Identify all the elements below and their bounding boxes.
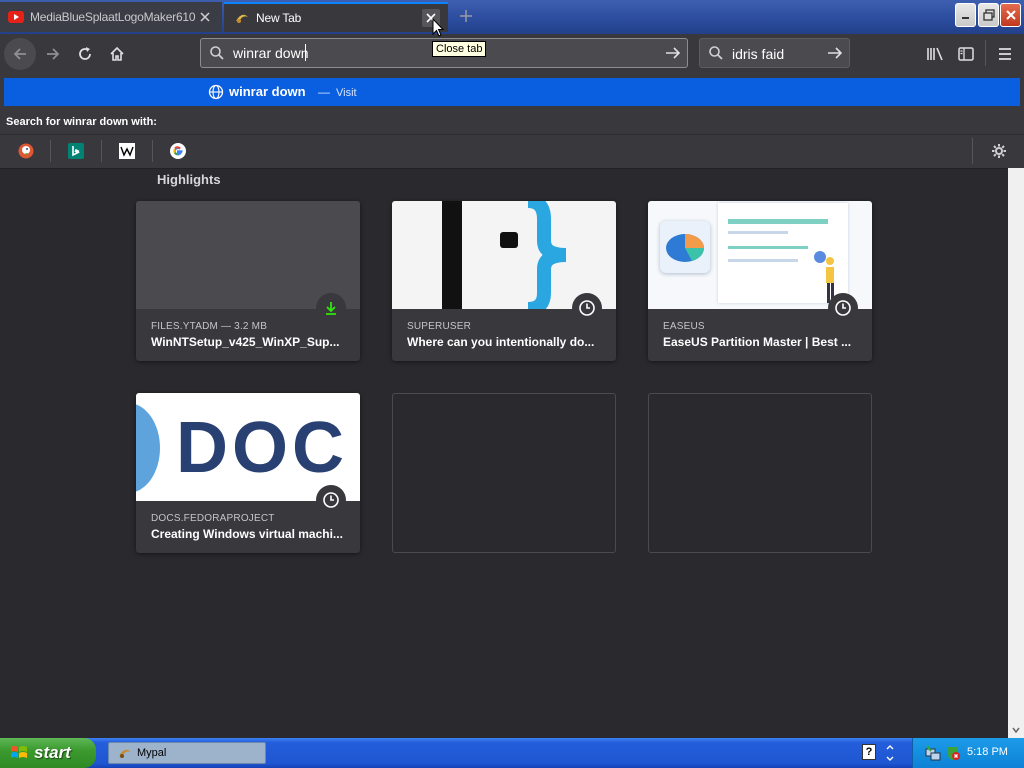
network-icon[interactable] <box>925 745 941 761</box>
library-icon <box>927 47 943 61</box>
minimize-button[interactable] <box>955 3 976 27</box>
highlight-card[interactable]: FILES.YTADM — 3.2 MB WinNTSetup_v425_Win… <box>136 201 360 361</box>
clock-icon <box>316 485 346 515</box>
google-icon[interactable] <box>168 141 188 161</box>
suggestion-separator: — <box>318 85 330 99</box>
search-engines-row <box>0 134 1024 168</box>
tab-new-tab[interactable]: New Tab <box>224 2 448 32</box>
duckduckgo-icon[interactable] <box>16 141 36 161</box>
vertical-scrollbar[interactable] <box>1008 168 1024 738</box>
forward-arrow-icon <box>47 48 60 60</box>
help-icon[interactable]: ? <box>862 744 876 760</box>
highlight-card[interactable]: DOC DOCS.FEDORAPROJECT Creating Windows … <box>136 393 360 553</box>
empty-highlight-slot <box>392 393 616 553</box>
hamburger-menu-icon <box>999 48 1011 60</box>
forward-button[interactable] <box>40 42 66 66</box>
url-input[interactable]: winrar down <box>233 45 308 61</box>
reload-icon <box>79 47 91 60</box>
library-button[interactable] <box>922 42 948 66</box>
taskbar-item-mypal[interactable]: Mypal <box>108 742 266 764</box>
close-tab-tooltip: Close tab <box>432 41 487 57</box>
toolbar-divider <box>985 40 986 66</box>
engine-separator <box>972 138 973 164</box>
card-title: EaseUS Partition Master | Best ... <box>663 335 852 349</box>
download-icon <box>316 293 346 323</box>
start-button[interactable]: start <box>0 738 96 768</box>
back-button[interactable] <box>4 38 36 70</box>
search-go-icon[interactable] <box>827 45 843 61</box>
suggestion-action: Visit <box>336 87 357 99</box>
home-icon <box>110 46 124 61</box>
search-icon <box>708 45 724 61</box>
mypal-icon <box>234 11 250 25</box>
sidebar-button[interactable] <box>953 42 979 66</box>
tray-expand-icon[interactable] <box>886 744 894 762</box>
bing-icon[interactable] <box>66 141 86 161</box>
mypal-icon <box>117 746 133 760</box>
security-alert-icon[interactable] <box>945 745 961 761</box>
home-button[interactable] <box>104 42 130 66</box>
globe-icon <box>208 84 224 100</box>
taskbar-item-label: Mypal <box>137 747 167 759</box>
card-host: DOCS.FEDORAPROJECT <box>151 513 275 524</box>
card-title: WinNTSetup_v425_WinXP_Sup... <box>151 335 340 349</box>
engine-separator <box>50 140 51 162</box>
search-icon <box>209 45 225 61</box>
back-arrow-icon <box>13 48 26 60</box>
card-host: FILES.YTADM — 3.2 MB <box>151 321 268 332</box>
tab-mediablue[interactable]: MediaBlueSplaatLogoMaker610 / I <box>0 2 222 32</box>
highlight-card[interactable]: EASEUS EaseUS Partition Master | Best ..… <box>648 201 872 361</box>
card-host: SUPERUSER <box>407 321 472 332</box>
engine-separator <box>101 140 102 162</box>
reload-button[interactable] <box>72 42 98 66</box>
taskbar-clock: 5:18 PM <box>967 746 1008 758</box>
sidebar-icon <box>958 47 974 61</box>
menu-button[interactable] <box>992 42 1018 66</box>
clock-icon <box>572 293 602 323</box>
search-bar[interactable]: idris faid <box>699 38 850 68</box>
tab-title: New Tab <box>256 11 302 25</box>
empty-highlight-slot <box>648 393 872 553</box>
tab-title: MediaBlueSplaatLogoMaker610 / I <box>30 10 196 24</box>
youtube-icon <box>8 11 24 23</box>
engine-separator <box>152 140 153 162</box>
card-host: EASEUS <box>663 321 705 332</box>
search-with-label: Search for winrar down with: <box>6 116 157 128</box>
search-input[interactable]: idris faid <box>732 46 784 62</box>
highlights-heading: Highlights <box>157 172 221 187</box>
scroll-down-arrow-icon <box>1012 727 1020 734</box>
suggestion-title: winrar down <box>229 84 306 99</box>
search-settings-gear-icon[interactable] <box>989 141 1009 161</box>
suggestion-row-selected[interactable] <box>4 78 1020 106</box>
wikipedia-icon[interactable] <box>117 141 137 161</box>
highlight-card[interactable]: SUPERUSER Where can you intentionally do… <box>392 201 616 361</box>
close-tab-icon[interactable] <box>196 8 214 26</box>
start-label: start <box>34 743 71 762</box>
restore-button[interactable] <box>978 3 999 27</box>
clock-icon <box>828 293 858 323</box>
card-title: Where can you intentionally do... <box>407 335 595 349</box>
text-caret <box>305 44 306 61</box>
new-tab-button[interactable] <box>456 6 476 26</box>
window-close-button[interactable] <box>1000 3 1021 27</box>
card-thumbnail-text: DOC <box>176 408 348 488</box>
card-title: Creating Windows virtual machi... <box>151 527 343 541</box>
windows-flag-icon <box>10 744 28 762</box>
mouse-cursor-icon <box>432 18 444 38</box>
go-arrow-icon[interactable] <box>665 45 681 61</box>
